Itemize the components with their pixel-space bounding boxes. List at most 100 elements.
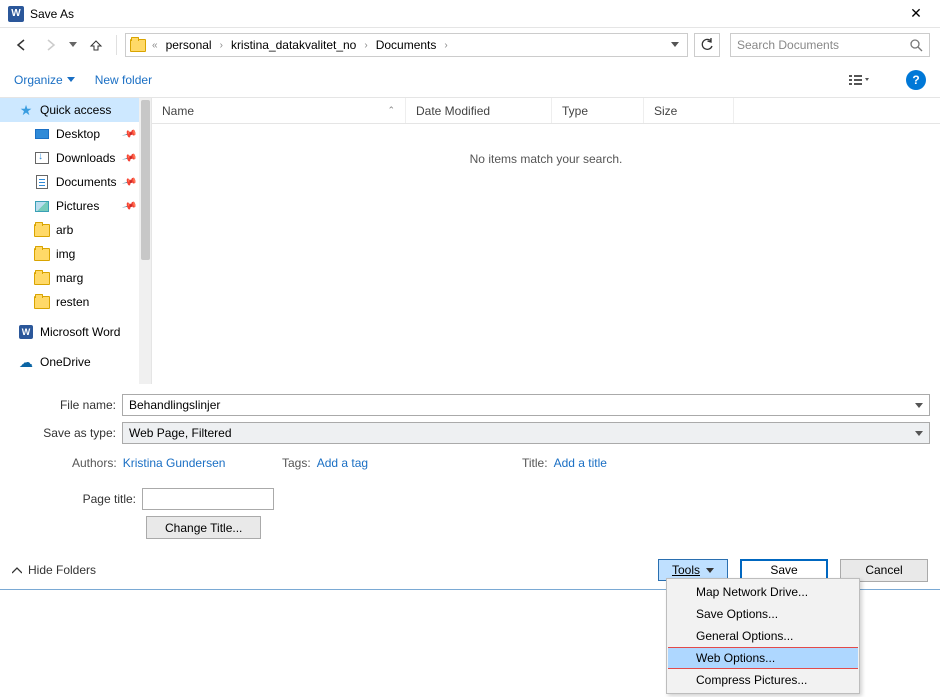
pin-icon: 📌 <box>121 198 137 214</box>
address-dropdown[interactable] <box>667 42 683 48</box>
pictures-icon <box>34 199 50 213</box>
search-icon <box>910 39 923 52</box>
sidebar-item-pictures[interactable]: Pictures 📌 <box>0 194 151 218</box>
column-header-type[interactable]: Type <box>552 98 644 123</box>
column-header-size[interactable]: Size <box>644 98 734 123</box>
toolbar: Organize New folder ? <box>0 62 940 98</box>
sidebar-label: arb <box>56 223 73 237</box>
sidebar: ★ Quick access Desktop 📌 Downloads 📌 Doc… <box>0 98 152 384</box>
sidebar-item-onedrive[interactable]: ☁ OneDrive <box>0 350 151 374</box>
authors-label: Authors: <box>72 456 117 470</box>
tools-menu: Map Network Drive... Save Options... Gen… <box>666 578 860 694</box>
address-bar[interactable]: « personal › kristina_datakvalitet_no › … <box>125 33 688 57</box>
column-headers: Name ⌃ Date Modified Type Size <box>152 98 940 124</box>
hide-folders-label: Hide Folders <box>28 563 96 577</box>
up-button[interactable] <box>84 33 108 57</box>
menu-item-map-drive[interactable]: Map Network Drive... <box>668 581 858 603</box>
sidebar-item-documents[interactable]: Documents 📌 <box>0 170 151 194</box>
sidebar-label: Desktop <box>56 127 100 141</box>
menu-item-web-options[interactable]: Web Options... <box>668 647 858 669</box>
savetype-value: Web Page, Filtered <box>129 426 909 440</box>
change-title-button[interactable]: Change Title... <box>146 516 261 539</box>
filename-label: File name: <box>10 398 122 412</box>
document-icon <box>34 175 50 189</box>
close-button[interactable]: ✕ <box>900 5 932 22</box>
savetype-combo[interactable]: Web Page, Filtered <box>122 422 930 444</box>
sidebar-quick-access[interactable]: ★ Quick access <box>0 98 151 122</box>
column-header-date[interactable]: Date Modified <box>406 98 552 123</box>
filename-combo[interactable] <box>122 394 930 416</box>
hide-folders-button[interactable]: Hide Folders <box>12 563 96 577</box>
col-label: Name <box>162 104 194 118</box>
breadcrumb-item[interactable]: Documents <box>374 38 439 52</box>
word-icon: W <box>18 325 34 339</box>
main-area: ★ Quick access Desktop 📌 Downloads 📌 Doc… <box>0 98 940 384</box>
chevron-right-icon: › <box>442 40 449 51</box>
save-form: File name: Save as type: Web Page, Filte… <box>0 384 940 543</box>
sidebar-item-downloads[interactable]: Downloads 📌 <box>0 146 151 170</box>
sidebar-item-word[interactable]: W Microsoft Word <box>0 320 151 344</box>
chevron-down-icon[interactable] <box>909 403 923 408</box>
title-bar: W Save As ✕ <box>0 0 940 28</box>
new-folder-button[interactable]: New folder <box>95 73 152 87</box>
forward-button[interactable] <box>38 33 62 57</box>
chevron-right-icon: › <box>218 40 225 51</box>
sidebar-label: Microsoft Word <box>40 325 120 339</box>
breadcrumb-prefix: « <box>150 40 160 51</box>
search-input[interactable] <box>737 38 910 52</box>
folder-icon <box>34 295 50 309</box>
refresh-button[interactable] <box>694 33 720 57</box>
search-box[interactable] <box>730 33 930 57</box>
folder-icon <box>130 39 146 52</box>
title-value[interactable]: Add a title <box>554 456 607 470</box>
view-options-button[interactable] <box>842 69 876 91</box>
menu-item-general-options[interactable]: General Options... <box>668 625 858 647</box>
sidebar-item-folder[interactable]: arb <box>0 218 151 242</box>
breadcrumb-item[interactable]: personal <box>164 38 214 52</box>
nav-bar: « personal › kristina_datakvalitet_no › … <box>0 28 940 62</box>
chevron-right-icon: › <box>362 40 369 51</box>
chevron-down-icon[interactable] <box>909 431 923 436</box>
pin-icon: 📌 <box>121 174 137 190</box>
folder-icon <box>34 271 50 285</box>
tags-label: Tags: <box>282 456 311 470</box>
sidebar-label: Quick access <box>40 103 111 117</box>
sidebar-item-desktop[interactable]: Desktop 📌 <box>0 122 151 146</box>
tags-value[interactable]: Add a tag <box>317 456 368 470</box>
sidebar-label: Documents <box>56 175 117 189</box>
breadcrumb-item[interactable]: kristina_datakvalitet_no <box>229 38 358 52</box>
menu-item-save-options[interactable]: Save Options... <box>668 603 858 625</box>
sidebar-label: OneDrive <box>40 355 91 369</box>
help-button[interactable]: ? <box>906 70 926 90</box>
recent-dropdown[interactable] <box>66 33 80 57</box>
sidebar-item-folder[interactable]: marg <box>0 266 151 290</box>
tools-label: Tools <box>672 563 700 577</box>
column-header-name[interactable]: Name ⌃ <box>152 98 406 123</box>
organize-label: Organize <box>14 73 63 87</box>
sidebar-label: resten <box>56 295 89 309</box>
back-button[interactable] <box>10 33 34 57</box>
onedrive-icon: ☁ <box>18 355 34 369</box>
menu-item-compress-pictures[interactable]: Compress Pictures... <box>668 669 858 691</box>
sidebar-label: Downloads <box>56 151 115 165</box>
folder-icon <box>34 223 50 237</box>
sidebar-label: Pictures <box>56 199 99 213</box>
sidebar-scrollbar[interactable] <box>139 98 151 384</box>
sidebar-label: marg <box>56 271 83 285</box>
organize-button[interactable]: Organize <box>14 73 75 87</box>
pin-icon: 📌 <box>121 150 137 166</box>
savetype-label: Save as type: <box>10 426 122 440</box>
title-label: Title: <box>522 456 548 470</box>
star-icon: ★ <box>18 103 34 117</box>
download-icon <box>34 151 50 165</box>
sidebar-item-folder[interactable]: img <box>0 242 151 266</box>
authors-value[interactable]: Kristina Gundersen <box>123 456 226 470</box>
filename-input[interactable] <box>129 398 909 412</box>
word-app-icon: W <box>8 6 24 22</box>
sidebar-label: img <box>56 247 75 261</box>
pin-icon: 📌 <box>121 126 137 142</box>
file-list-area: Name ⌃ Date Modified Type Size No items … <box>152 98 940 384</box>
pagetitle-input[interactable] <box>142 488 274 510</box>
sidebar-item-folder[interactable]: resten <box>0 290 151 314</box>
separator <box>116 35 117 55</box>
